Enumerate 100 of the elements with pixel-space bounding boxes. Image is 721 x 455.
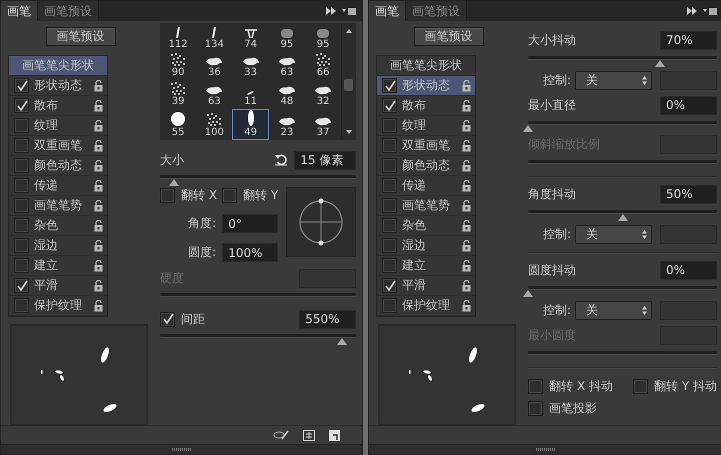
brush-option-item[interactable]: 平滑 [9,276,107,296]
checkbox[interactable] [382,278,398,293]
checkbox[interactable] [14,218,29,233]
checkbox[interactable] [160,188,175,203]
new-page-icon[interactable] [329,430,340,440]
lock-icon[interactable] [94,100,103,112]
brush-tip-item[interactable]: 134 [196,23,232,52]
checkbox[interactable] [382,218,398,233]
checkbox[interactable] [382,78,398,93]
brush-option-item[interactable]: 建立 [9,256,107,276]
value-field[interactable]: 50% [660,184,718,204]
checkbox[interactable] [14,98,29,113]
brush-presets-button[interactable]: 画笔预设 [414,27,484,46]
brush-option-item[interactable]: 纹理 [9,116,107,136]
checkbox[interactable] [14,78,29,93]
brush-tip-item[interactable]: 90 [160,52,196,80]
brush-tip-item[interactable]: 63 [196,80,232,109]
brush-option-item[interactable]: 杂色 [377,216,476,236]
roundness-field[interactable]: 100% [222,243,278,262]
lock-icon[interactable] [94,80,103,92]
scroll-thumb[interactable] [344,79,354,91]
lock-icon[interactable] [94,260,103,272]
lock-icon[interactable] [462,140,472,152]
reset-icon[interactable] [275,154,288,166]
slider-thumb[interactable] [523,125,534,132]
brush-option-item[interactable]: 纹理 [377,116,476,136]
brush-option-item[interactable]: 建立 [377,256,476,276]
brush-tip-item[interactable]: 55 [160,108,196,140]
lock-icon[interactable] [462,100,472,112]
spacing-field[interactable]: 550% [299,310,356,328]
checkbox[interactable] [382,158,398,173]
checkbox[interactable] [382,98,398,113]
control-dropdown[interactable]: 关 [575,70,652,90]
angle-field[interactable]: 0° [222,214,278,233]
resize-grip-icon[interactable] [172,448,192,451]
control-dropdown[interactable]: 关 [575,300,652,320]
lock-icon[interactable] [94,220,103,232]
lock-icon[interactable] [94,200,103,212]
brush-option-item[interactable]: 画笔笔势 [377,196,476,216]
brush-option-item[interactable]: 双重画笔 [377,136,476,156]
brush-tip-item[interactable]: 37 [304,108,342,140]
panel-tab[interactable]: 画笔预设 [38,1,99,21]
checkbox[interactable] [14,258,29,273]
brush-tip-item[interactable]: 23 [268,108,305,140]
brush-option-item[interactable]: 画笔笔势 [9,196,107,216]
brush-tip-item[interactable]: 11 [232,80,269,109]
panel-tab[interactable]: 画笔 [1,1,38,21]
lock-icon[interactable] [94,120,103,132]
brush-tip-item[interactable]: 66 [304,52,342,80]
lock-icon[interactable] [462,80,472,92]
lock-icon[interactable] [94,180,103,192]
brush-tip-item[interactable]: 95 [268,23,305,52]
brush-tip-item[interactable]: 112 [160,23,196,52]
checkbox[interactable] [382,198,398,213]
collapse-icon[interactable] [326,7,336,15]
checkbox[interactable] [382,178,398,193]
checkbox[interactable] [382,258,398,273]
lock-icon[interactable] [94,300,103,312]
brush-tip-item[interactable]: 63 [268,52,305,80]
grid-icon[interactable] [303,430,316,440]
checkbox[interactable] [14,138,29,153]
scroll-up-icon[interactable] [346,29,352,33]
eye-brush-icon[interactable] [273,429,290,441]
brush-option-item[interactable]: 湿边 [377,236,476,256]
brush-tip-item[interactable]: 95 [304,23,342,52]
checkbox[interactable] [633,379,648,394]
brush-tip-item[interactable]: 100 [196,108,232,140]
lock-icon[interactable] [94,280,103,292]
lock-icon[interactable] [462,120,472,132]
brush-option-item[interactable]: 传递 [9,176,107,196]
brush-tip-item[interactable]: 48 [268,80,305,109]
control-dropdown[interactable]: 关 [575,224,652,244]
brush-tip-item[interactable]: 49 [232,108,269,140]
angle-roundness-widget[interactable] [286,187,356,257]
checkbox[interactable] [382,118,398,133]
checkbox[interactable] [382,138,398,153]
lock-icon[interactable] [94,140,103,152]
panel-menu-icon[interactable] [342,6,356,16]
checkbox[interactable] [528,401,544,416]
brush-option-item[interactable]: 传递 [377,176,476,196]
scrollbar[interactable] [341,23,356,140]
lock-icon[interactable] [462,200,472,212]
lock-icon[interactable] [462,260,472,272]
brush-tip-item[interactable]: 36 [196,52,232,80]
brush-option-item[interactable]: 双重画笔 [9,136,107,156]
checkbox[interactable] [382,238,398,253]
lock-icon[interactable] [462,280,472,292]
checkbox[interactable] [528,379,544,394]
brush-presets-button[interactable]: 画笔预设 [46,27,116,46]
resize-grip-icon[interactable] [536,448,556,451]
collapse-icon[interactable] [687,7,698,15]
panel-menu-icon[interactable] [703,6,718,16]
brush-option-item[interactable]: 平滑 [377,276,476,296]
brush-option-item[interactable]: 散布 [377,96,476,116]
scroll-down-icon[interactable] [346,130,352,134]
lock-icon[interactable] [462,220,472,232]
checkbox[interactable] [14,178,29,193]
checkbox[interactable] [14,278,29,293]
brush-tip-item[interactable]: 74 [232,23,269,52]
checkbox[interactable] [382,298,398,313]
